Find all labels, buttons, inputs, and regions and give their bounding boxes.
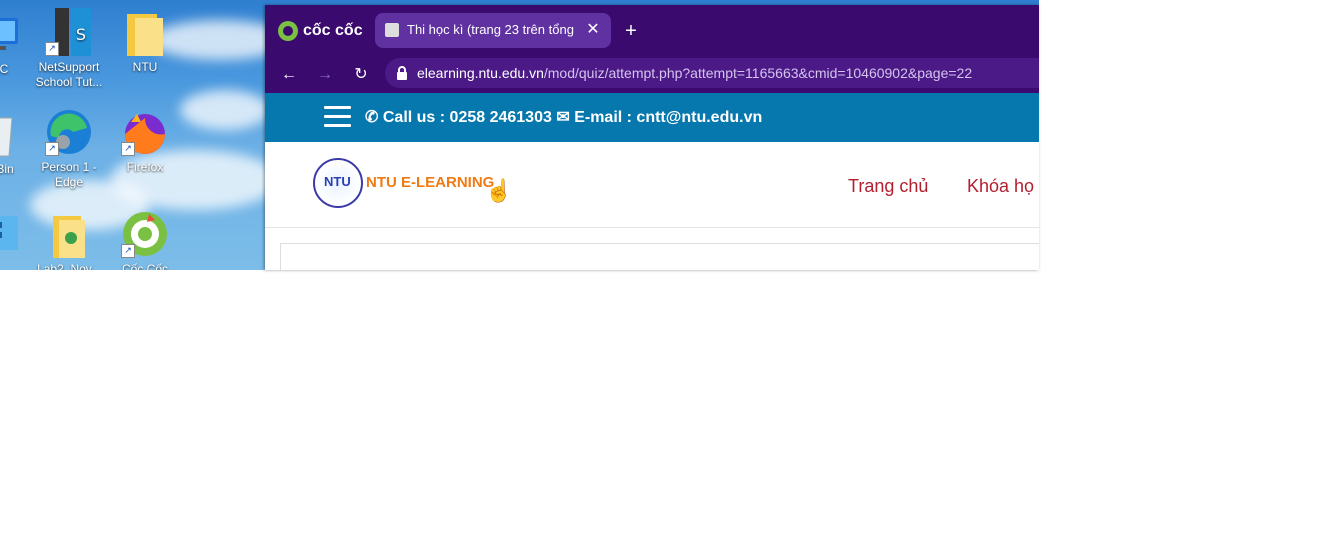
- toolbar: ← → ↻ elearning.ntu.edu.vn/mod/quiz/atte…: [265, 55, 1039, 93]
- browser-window: cốc cốc Thi học kì (trang 23 trên tổng ✕…: [265, 5, 1039, 270]
- url-host: elearning.ntu.edu.vn: [417, 65, 544, 81]
- phone-icon: ✆: [365, 109, 379, 126]
- close-tab-icon[interactable]: ✕: [583, 20, 603, 40]
- svg-text:S: S: [76, 25, 86, 44]
- cloud: [180, 90, 270, 130]
- shortcut-arrow-icon: ↗: [121, 142, 135, 156]
- site-header: NTU NTU E-LEARNING ☝ Trang chủ Khóa họ: [265, 142, 1039, 228]
- desktop-icon-label: Cốc Cốc: [121, 262, 168, 270]
- desktop-icon-pc[interactable]: PC: [0, 10, 35, 77]
- desktop-icon-netsupport[interactable]: S ↗ NetSupport School Tut...: [34, 8, 104, 90]
- desktop-icon-firefox[interactable]: ↗ Firefox: [110, 108, 180, 175]
- ntu-logo-text: NTU: [324, 174, 351, 189]
- site-contact-bar: ✆ Call us : 0258 2461303 ✉ E-mail : cntt…: [265, 93, 1039, 142]
- coccoc-logo-icon: [278, 21, 298, 41]
- desktop-icon-label: Person 1 - Edge: [41, 160, 97, 189]
- shortcut-arrow-icon: ↗: [121, 244, 135, 258]
- page-favicon-icon: [385, 23, 399, 37]
- tab-active[interactable]: Thi học kì (trang 23 trên tổng ✕: [375, 13, 611, 48]
- desktop-icon-edge[interactable]: ↗ Person 1 - Edge: [34, 108, 104, 190]
- reload-button[interactable]: ↻: [347, 65, 375, 89]
- ntu-logo[interactable]: NTU: [313, 158, 363, 208]
- browser-app-name: cốc cốc: [303, 22, 363, 39]
- edge-icon: ↗: [45, 108, 93, 156]
- desktop-icon-coccoc[interactable]: ↗ Cốc Cốc: [110, 210, 180, 270]
- desktop-icon-label: NTU: [132, 60, 158, 74]
- desktop-icon-label: PC: [0, 62, 9, 76]
- firefox-icon: ↗: [121, 108, 169, 156]
- contact-email: E-mail : cntt@ntu.edu.vn: [574, 109, 763, 126]
- desktop-icon-label: Firefox: [126, 160, 164, 174]
- site-brand[interactable]: NTU E-LEARNING: [366, 174, 494, 191]
- computer-icon: [0, 10, 24, 58]
- folder-icon: [45, 210, 93, 258]
- desktop-icon-recycle-bin[interactable]: e Bin: [0, 110, 35, 177]
- contact-phone: Call us : 0258 2461303: [382, 109, 552, 126]
- back-button[interactable]: ←: [275, 65, 303, 89]
- lock-icon: [395, 65, 409, 81]
- contact-info: ✆ Call us : 0258 2461303 ✉ E-mail : cntt…: [365, 107, 762, 127]
- new-tab-button[interactable]: +: [619, 19, 643, 43]
- desktop-icon-label: NetSupport School Tut...: [35, 60, 103, 89]
- address-bar[interactable]: elearning.ntu.edu.vn/mod/quiz/attempt.ph…: [385, 58, 1039, 88]
- netsupport-icon: S ↗: [45, 8, 93, 56]
- menu-hamburger-icon[interactable]: [324, 106, 351, 128]
- url-path: /mod/quiz/attempt.php?attempt=1165663&cm…: [543, 65, 973, 81]
- desktop-icon-label: Lab2_Nov...: [37, 262, 101, 270]
- desktop-icon-partial[interactable]: [0, 210, 35, 262]
- folder-icon: [121, 8, 169, 56]
- desktop-icon-label: e Bin: [0, 162, 14, 176]
- shortcut-arrow-icon: ↗: [45, 142, 59, 156]
- content-card: [280, 243, 1039, 270]
- forward-button[interactable]: →: [311, 65, 339, 89]
- desktop-icon-lab2[interactable]: Lab2_Nov...: [34, 210, 104, 270]
- app-icon: [0, 210, 24, 258]
- browser-logo[interactable]: cốc cốc: [277, 20, 363, 42]
- nav-courses[interactable]: Khóa họ: [967, 176, 1034, 197]
- email-icon: ✉: [556, 109, 570, 126]
- tab-bar: cốc cốc Thi học kì (trang 23 trên tổng ✕…: [265, 5, 1039, 55]
- recycle-bin-icon: [0, 110, 24, 158]
- coccoc-icon: ↗: [121, 210, 169, 258]
- shortcut-arrow-icon: ↗: [45, 42, 59, 56]
- url-text: elearning.ntu.edu.vn/mod/quiz/attempt.ph…: [417, 65, 972, 81]
- pointer-hand-icon: ☝: [485, 178, 513, 203]
- nav-home[interactable]: Trang chủ: [848, 176, 928, 197]
- tab-title: Thi học kì (trang 23 trên tổng: [407, 22, 574, 37]
- desktop-icon-ntu[interactable]: NTU: [110, 8, 180, 75]
